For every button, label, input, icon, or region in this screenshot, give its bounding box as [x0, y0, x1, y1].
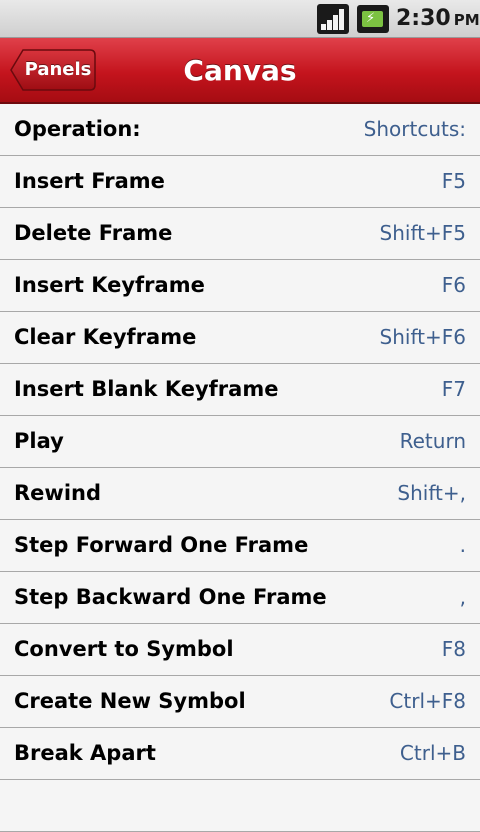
shortcut-label: . [459, 533, 466, 557]
shortcut-label: Shift+F5 [379, 221, 466, 245]
list-item[interactable]: Convert to Symbol F8 [0, 624, 480, 676]
operation-label: Create New Symbol [14, 689, 246, 713]
shortcut-label: Ctrl+F8 [389, 689, 466, 713]
list-header-row: Operation: Shortcuts: [0, 104, 480, 156]
operation-label: Insert Keyframe [14, 273, 205, 297]
shortcut-label: Return [399, 429, 466, 453]
back-button[interactable]: Panels [10, 49, 96, 91]
shortcut-label: F8 [441, 637, 466, 661]
list-item[interactable]: Delete Frame Shift+F5 [0, 208, 480, 260]
back-button-label: Panels [24, 59, 92, 80]
shortcut-label: F6 [441, 273, 466, 297]
clock-time: 2:30 [396, 6, 451, 31]
operation-label: Step Forward One Frame [14, 533, 309, 557]
operation-label: Convert to Symbol [14, 637, 234, 661]
shortcut-label: Shift+F6 [379, 325, 466, 349]
battery-charging-icon: ⚡ [357, 5, 389, 33]
status-clock: 2:30 PM [396, 4, 480, 34]
list-item[interactable]: Insert Keyframe F6 [0, 260, 480, 312]
signal-icon [317, 4, 349, 34]
list-item-partial[interactable] [0, 780, 480, 832]
list-item[interactable]: Step Backward One Frame , [0, 572, 480, 624]
operation-label: Delete Frame [14, 221, 173, 245]
status-bar: ⚡ 2:30 PM [0, 0, 480, 38]
shortcut-label: F5 [441, 169, 466, 193]
shortcut-column-header: Shortcuts: [363, 117, 466, 141]
operation-column-header: Operation: [14, 117, 141, 141]
operation-label: Step Backward One Frame [14, 585, 327, 609]
list-item[interactable]: Insert Frame F5 [0, 156, 480, 208]
operation-label: Play [14, 429, 64, 453]
shortcut-label: Shift+, [397, 481, 466, 505]
operation-label: Insert Blank Keyframe [14, 377, 279, 401]
list-item[interactable]: Rewind Shift+, [0, 468, 480, 520]
list-item[interactable]: Step Forward One Frame . [0, 520, 480, 572]
list-item[interactable]: Break Apart Ctrl+B [0, 728, 480, 780]
list-item[interactable]: Clear Keyframe Shift+F6 [0, 312, 480, 364]
clock-ampm: PM [453, 11, 480, 29]
operation-label: Rewind [14, 481, 101, 505]
shortcut-label: , [459, 585, 466, 609]
operation-label: Clear Keyframe [14, 325, 197, 349]
list-item[interactable]: Insert Blank Keyframe F7 [0, 364, 480, 416]
shortcut-label: Ctrl+B [399, 741, 466, 765]
shortcut-label: F7 [441, 377, 466, 401]
operation-label: Break Apart [14, 741, 156, 765]
shortcut-list: Operation: Shortcuts: Insert Frame F5 De… [0, 104, 480, 832]
operation-label: Insert Frame [14, 169, 165, 193]
page-title: Canvas [183, 54, 297, 87]
title-bar: Panels Canvas [0, 38, 480, 104]
list-item[interactable]: Play Return [0, 416, 480, 468]
list-item[interactable]: Create New Symbol Ctrl+F8 [0, 676, 480, 728]
